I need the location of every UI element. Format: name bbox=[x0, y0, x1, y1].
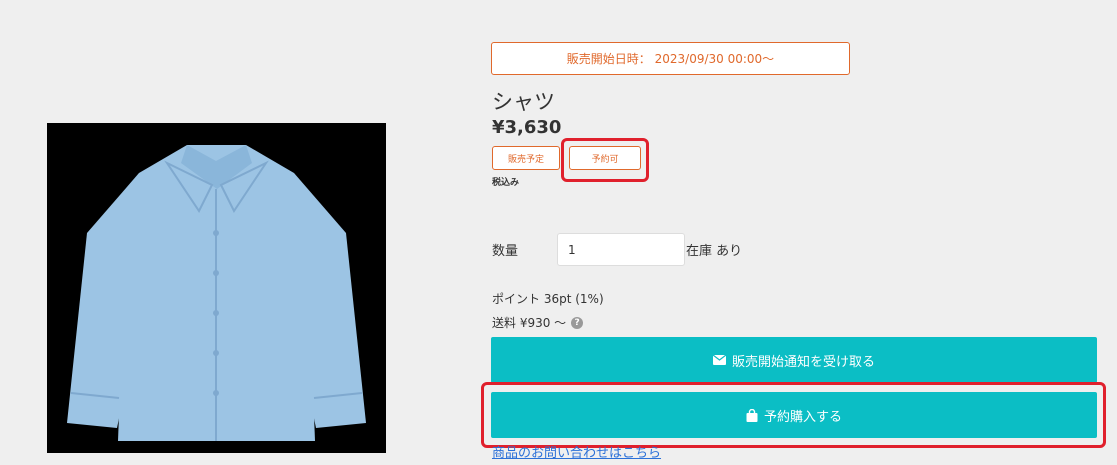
points-info: ポイント 36pt (1%) bbox=[492, 292, 604, 306]
status-badge-scheduled: 販売予定 bbox=[492, 146, 560, 170]
product-inquiry-link[interactable]: 商品のお問い合わせはこちら bbox=[492, 442, 661, 461]
mail-icon bbox=[712, 355, 726, 365]
quantity-input[interactable] bbox=[557, 233, 685, 266]
sale-start-banner: 販売開始日時： 2023/09/30 00:00～ bbox=[491, 42, 850, 75]
shipping-label: 送料 ¥930 ～ bbox=[492, 316, 567, 330]
tax-included-label: 税込み bbox=[492, 178, 520, 188]
stock-status: 在庫 あり bbox=[686, 244, 743, 259]
highlight-box-reserve bbox=[481, 382, 1106, 448]
highlight-box-reservable bbox=[561, 138, 649, 182]
product-price: ¥3,630 bbox=[492, 117, 562, 138]
product-image bbox=[47, 123, 386, 453]
notify-sale-start-button[interactable]: 販売開始通知を受け取る bbox=[491, 337, 1097, 383]
help-icon[interactable]: ? bbox=[571, 316, 584, 329]
notify-button-label: 販売開始通知を受け取る bbox=[731, 354, 875, 370]
product-title: シャツ bbox=[492, 90, 555, 114]
quantity-label: 数量 bbox=[492, 244, 519, 259]
shipping-info: 送料 ¥930 ～ ? bbox=[492, 314, 584, 331]
shirt-illustration bbox=[67, 145, 366, 441]
